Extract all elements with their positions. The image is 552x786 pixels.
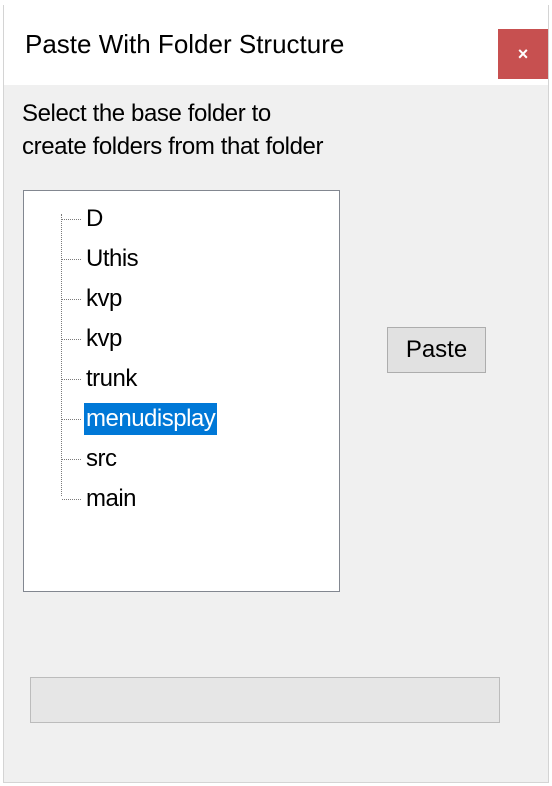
tree-node-label[interactable]: kvp — [84, 283, 124, 315]
close-button[interactable]: × — [498, 29, 548, 79]
tree-node[interactable]: src — [62, 444, 119, 474]
instructions-line-1: Select the base folder to — [22, 100, 271, 127]
tree-node[interactable]: kvp — [62, 284, 124, 314]
tree-branch-connector — [62, 338, 81, 340]
tree-branch-connector — [62, 298, 81, 300]
tree-node[interactable]: Uthis — [62, 244, 140, 274]
folder-tree-view[interactable]: D Uthis kvp kvp trunk menudisplay src ma… — [23, 190, 340, 592]
title-bar: Paste With Folder Structure × — [4, 5, 548, 85]
tree-node-label[interactable]: Uthis — [84, 243, 140, 275]
tree-node-label[interactable]: trunk — [84, 363, 139, 395]
tree-node-label[interactable]: D — [84, 203, 105, 235]
tree-node[interactable]: D — [62, 204, 105, 234]
instructions-line-2: create folders from that folder — [22, 133, 324, 160]
tree-branch-connector — [62, 458, 81, 460]
paste-button[interactable]: Paste — [387, 327, 486, 373]
close-icon: × — [517, 43, 529, 64]
instructions-label: Select the base folder to create folders… — [22, 97, 422, 163]
tree-branch-connector — [62, 418, 81, 420]
progress-bar — [30, 677, 500, 723]
dialog-window: Paste With Folder Structure × Select the… — [3, 5, 549, 783]
tree-node-label[interactable]: menudisplay — [84, 403, 218, 435]
tree-node-label[interactable]: kvp — [84, 323, 124, 355]
tree-node-label[interactable]: src — [84, 443, 119, 475]
tree-branch-connector — [62, 498, 81, 500]
tree-node-label[interactable]: main — [84, 483, 138, 515]
tree-node[interactable]: main — [62, 484, 138, 514]
window-title: Paste With Folder Structure — [25, 29, 345, 59]
tree-branch-connector — [62, 218, 81, 220]
tree-node[interactable]: trunk — [62, 364, 139, 394]
tree-node[interactable]: kvp — [62, 324, 124, 354]
tree-node-selected[interactable]: menudisplay — [62, 403, 218, 435]
tree-branch-connector — [62, 378, 81, 380]
tree-branch-connector — [62, 258, 81, 260]
